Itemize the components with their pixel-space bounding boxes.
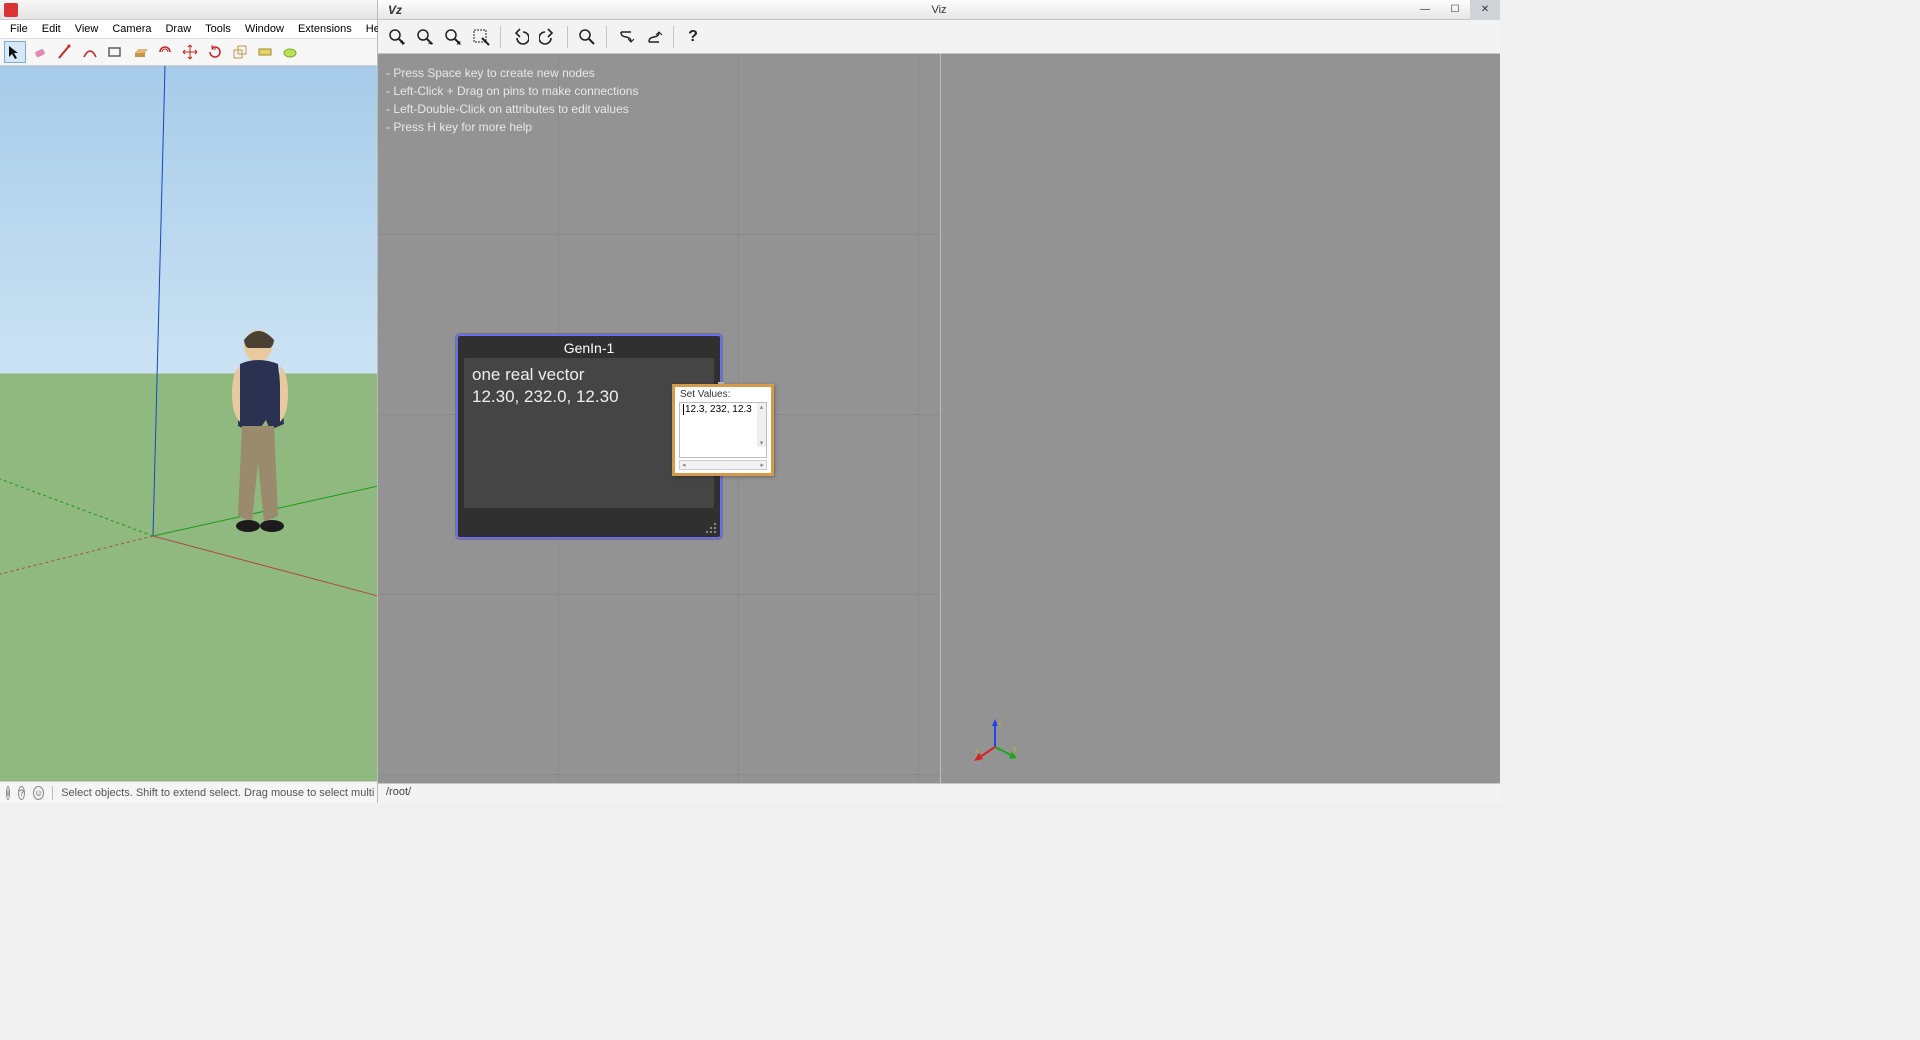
undo-icon[interactable] [507, 24, 533, 50]
popup-hscroll[interactable]: ◂▸ [679, 460, 767, 470]
canvas-hints: - Press Space key to create new nodes - … [386, 64, 638, 136]
sketchup-menubar: File Edit View Camera Draw Tools Window … [0, 20, 377, 39]
help-icon[interactable]: ? [680, 24, 706, 50]
paint-tool-icon[interactable] [279, 41, 301, 63]
close-button[interactable]: ✕ [1470, 0, 1500, 20]
popup-text-value: 12.3, 232, 12.3 [683, 404, 752, 415]
svg-text:x: x [975, 748, 979, 755]
menu-file[interactable]: File [4, 22, 34, 36]
redo-icon[interactable] [535, 24, 561, 50]
sketchup-toolbar [0, 39, 377, 66]
sketchup-statusbar: i ? ☺ Select objects. Shift to extend se… [0, 781, 377, 803]
select-tool-icon[interactable] [4, 41, 26, 63]
arc-tool-icon[interactable] [79, 41, 101, 63]
rotate-tool-icon[interactable] [204, 41, 226, 63]
eraser-tool-icon[interactable] [29, 41, 51, 63]
move-tool-icon[interactable] [179, 41, 201, 63]
grid-line [378, 234, 940, 235]
svg-text:×: × [456, 38, 461, 47]
offset-tool-icon[interactable] [154, 41, 176, 63]
minimize-button[interactable]: — [1410, 0, 1440, 20]
viz-statusbar: /root/ [378, 783, 1500, 803]
node-title: GenIn-1 [458, 336, 720, 358]
status-text: Select objects. Shift to extend select. … [61, 787, 374, 799]
viz-3d-panel[interactable]: + – × z y x [940, 54, 1500, 783]
link-down-icon[interactable] [613, 24, 639, 50]
hint-line: - Press Space key to create new nodes [386, 64, 638, 82]
menu-camera[interactable]: Camera [106, 22, 157, 36]
user-icon[interactable]: ☺ [33, 786, 44, 800]
grid-line [378, 774, 940, 775]
menu-tools[interactable]: Tools [199, 22, 237, 36]
tape-tool-icon[interactable] [254, 41, 276, 63]
viz-path: /root/ [386, 786, 411, 798]
scale-tool-icon[interactable] [229, 41, 251, 63]
link-up-icon[interactable] [641, 24, 667, 50]
node-attr-values[interactable]: 12.30, 232.0, 12.30 [472, 386, 706, 408]
axis-gizmo-icon[interactable]: z y x [971, 717, 1019, 765]
sketchup-app-icon [4, 3, 18, 17]
zoom-out-icon[interactable]: – [412, 24, 438, 50]
menu-window[interactable]: Window [239, 22, 290, 36]
zoom-in-icon[interactable]: + [384, 24, 410, 50]
svg-text:y: y [1013, 746, 1017, 753]
viz-window-title: Viz [931, 4, 946, 16]
popup-vscroll[interactable]: ▴▾ [757, 403, 766, 447]
set-values-popup[interactable]: Set Values: 12.3, 232, 12.3 ▴▾ ◂▸ [672, 384, 774, 476]
zoom-reset-icon[interactable]: × [440, 24, 466, 50]
menu-view[interactable]: View [69, 22, 105, 36]
line-tool-icon[interactable] [54, 41, 76, 63]
sketchup-viewport[interactable] [0, 66, 377, 781]
pushpull-tool-icon[interactable] [129, 41, 151, 63]
sketchup-window: File Edit View Camera Draw Tools Window … [0, 0, 378, 803]
svg-text:–: – [428, 38, 433, 47]
popup-title: Set Values: [675, 387, 771, 402]
hint-line: - Press H key for more help [386, 118, 638, 136]
help-icon[interactable]: ? [18, 786, 25, 800]
hint-line: - Left-Click + Drag on pins to make conn… [386, 82, 638, 100]
menu-draw[interactable]: Draw [159, 22, 197, 36]
grid-line [918, 54, 919, 783]
menu-extensions[interactable]: Extensions [292, 22, 358, 36]
hint-line: - Left-Double-Click on attributes to edi… [386, 100, 638, 118]
resize-grip-icon[interactable] [702, 519, 716, 533]
select-box-icon[interactable] [468, 24, 494, 50]
viz-node-canvas[interactable]: - Press Space key to create new nodes - … [378, 54, 940, 783]
viz-titlebar[interactable]: Vz Viz — ☐ ✕ [378, 0, 1500, 20]
menu-edit[interactable]: Edit [36, 22, 67, 36]
viz-toolbar: + – × ? [378, 20, 1500, 54]
popup-textarea[interactable]: 12.3, 232, 12.3 ▴▾ [679, 402, 767, 458]
shape-tool-icon[interactable] [104, 41, 126, 63]
scale-figure [210, 326, 310, 566]
sketchup-titlebar[interactable] [0, 0, 377, 20]
info-icon[interactable]: i [6, 786, 10, 800]
svg-text:z: z [998, 720, 1002, 727]
axes-overlay [0, 66, 377, 781]
node-attr-label: one real vector [472, 364, 706, 386]
viz-logo: Vz [378, 3, 412, 17]
find-icon[interactable] [574, 24, 600, 50]
svg-text:+: + [400, 38, 405, 47]
maximize-button[interactable]: ☐ [1440, 0, 1470, 20]
grid-line [378, 594, 940, 595]
viz-window: Vz Viz — ☐ ✕ + – × ? [378, 0, 1500, 803]
